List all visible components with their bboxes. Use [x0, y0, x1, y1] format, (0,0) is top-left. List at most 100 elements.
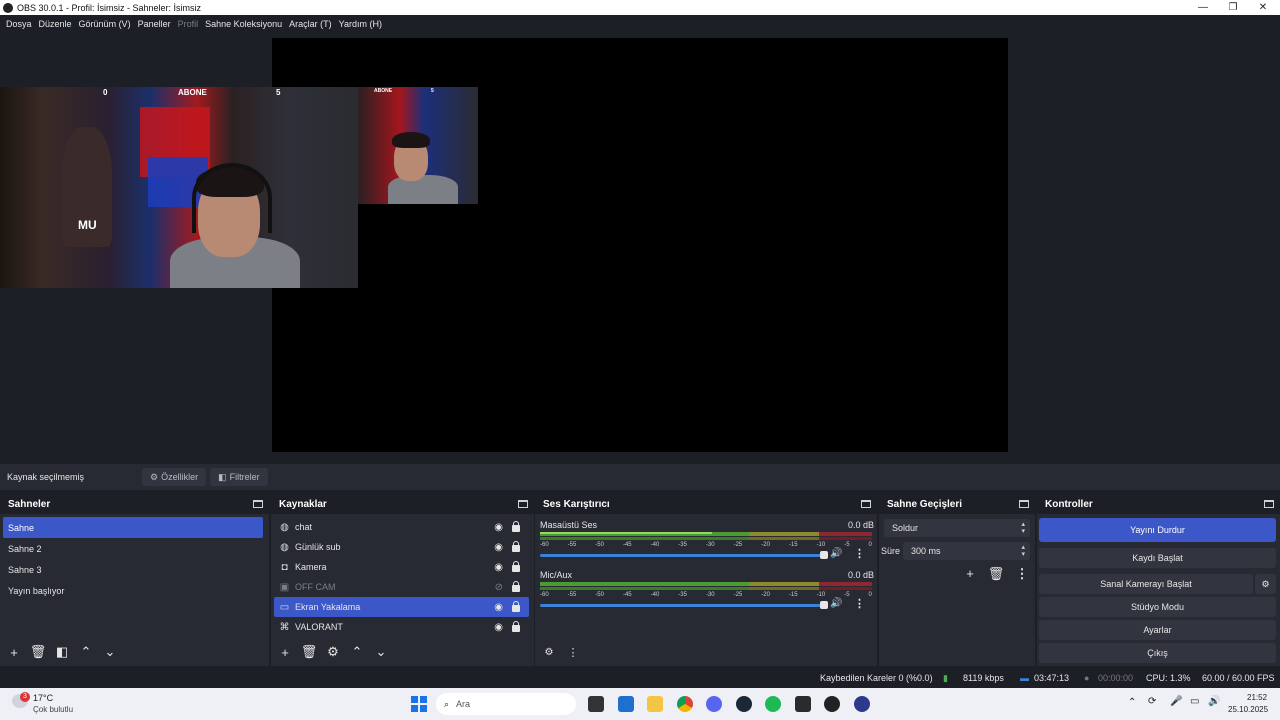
eye-icon[interactable]: ◉	[494, 562, 503, 573]
meter-ticks: -60 -55 -50 -45 -40 -35 -30 -25 -20 -15 -10 -5 0	[540, 592, 872, 598]
source-item[interactable]: ▭ Ekran Yakalama ◉	[274, 597, 529, 617]
menu-edit[interactable]: Düzenle	[39, 19, 72, 29]
move-down-icon[interactable]: ⌄	[371, 643, 391, 661]
more-options-icon[interactable]: ⋮	[854, 547, 865, 560]
menu-view[interactable]: Görünüm (V)	[79, 19, 131, 29]
camera-source-small[interactable]: ABONE 5	[358, 87, 478, 204]
lock-icon[interactable]	[512, 521, 520, 532]
undock-icon[interactable]	[253, 500, 263, 508]
microphone-icon[interactable]: 🎤	[1170, 696, 1182, 707]
scene-item[interactable]: Yayın başlıyor	[0, 580, 269, 601]
undock-icon[interactable]	[861, 500, 871, 508]
advanced-audio-icon[interactable]: ⚙	[539, 643, 559, 661]
gear-icon[interactable]: ⚙	[323, 643, 343, 661]
studio-mode-button[interactable]: Stüdyo Modu	[1039, 597, 1276, 617]
exit-button[interactable]: Çıkış	[1039, 643, 1276, 663]
undock-icon[interactable]	[518, 500, 528, 508]
more-options-icon[interactable]: ⋮	[1009, 566, 1035, 582]
filters-button[interactable]: ◧ Filtreler	[210, 468, 268, 486]
chevron-up-icon[interactable]: ⌃	[1128, 697, 1136, 708]
source-item[interactable]: ▣ OFF CAM ⊘	[274, 577, 529, 597]
menu-help[interactable]: Yardım (H)	[339, 19, 382, 29]
minimize-button[interactable]: —	[1188, 0, 1218, 15]
duration-spinbox[interactable]: 300 ms ▴ ▾	[903, 542, 1030, 560]
mixer-menu-icon[interactable]: ⋮	[563, 643, 583, 661]
discord-icon[interactable]	[706, 696, 722, 712]
menu-tools[interactable]: Araçlar (T)	[289, 19, 332, 29]
speaker-icon[interactable]: 🔊	[830, 548, 842, 559]
source-item[interactable]: ◍ chat ◉	[274, 517, 529, 537]
transition-select[interactable]: Soldur ▴ ▾	[884, 519, 1030, 537]
app-icon[interactable]	[854, 696, 870, 712]
stop-stream-button[interactable]: Yayını Durdur	[1039, 518, 1276, 542]
undock-icon[interactable]	[1264, 500, 1274, 508]
volume-slider[interactable]	[540, 604, 826, 607]
move-down-icon[interactable]: ⌄	[100, 643, 120, 661]
volume-slider-handle[interactable]	[820, 551, 828, 559]
volume-icon[interactable]: 🔊	[1208, 696, 1220, 707]
start-virtual-camera-button[interactable]: Sanal Kamerayı Başlat	[1039, 574, 1253, 594]
lock-icon[interactable]	[512, 541, 520, 552]
file-explorer-icon[interactable]	[647, 696, 663, 712]
taskbar-search[interactable]: ⌕ Ara	[436, 693, 576, 715]
menu-profile[interactable]: Profil	[178, 19, 199, 29]
steam-icon[interactable]	[736, 696, 752, 712]
camera-source-large[interactable]: 0 ABONE 5 MU	[0, 87, 358, 288]
eye-icon[interactable]: ◉	[494, 602, 503, 613]
maximize-button[interactable]: ❐	[1218, 0, 1248, 15]
chrome-icon[interactable]	[677, 696, 693, 712]
undock-icon[interactable]	[1019, 500, 1029, 508]
move-up-icon[interactable]: ⌃	[347, 643, 367, 661]
terminal-icon[interactable]	[795, 696, 811, 712]
add-source-icon[interactable]: +	[275, 643, 295, 661]
trash-icon[interactable]: 🗑	[983, 566, 1009, 582]
properties-button[interactable]: ⚙ Özellikler	[142, 468, 207, 486]
obs-taskbar-icon[interactable]	[824, 696, 840, 712]
scene-item[interactable]: Sahne 2	[0, 538, 269, 559]
trash-icon[interactable]: 🗑	[28, 643, 48, 661]
lock-icon[interactable]	[512, 621, 520, 632]
scene-item[interactable]: Sahne	[3, 517, 263, 538]
sources-dock-title: Kaynaklar	[279, 498, 327, 510]
scene-item[interactable]: Sahne 3	[0, 559, 269, 580]
close-button[interactable]: ✕	[1248, 0, 1278, 15]
search-label: Ara	[456, 699, 471, 709]
menu-bar: Dosya Düzenle Görünüm (V) Paneller Profi…	[0, 15, 1280, 32]
source-item[interactable]: ⌘ VALORANT ◉	[274, 617, 529, 637]
add-scene-icon[interactable]: +	[4, 643, 24, 661]
sync-icon[interactable]: ⟳	[1148, 696, 1156, 707]
eye-icon[interactable]: ◉	[494, 542, 503, 553]
trash-icon[interactable]: 🗑	[299, 643, 319, 661]
spotify-icon[interactable]	[765, 696, 781, 712]
clock-time[interactable]: 21:52	[1247, 693, 1267, 702]
lock-icon[interactable]	[512, 601, 520, 612]
scene-filters-icon[interactable]: ◧	[52, 643, 72, 661]
eye-hidden-icon[interactable]: ⊘	[495, 582, 503, 593]
start-recording-button[interactable]: Kaydı Başlat	[1039, 548, 1276, 568]
dropped-frames: Kaybedilen Kareler 0 (%0.0)	[820, 673, 933, 683]
task-view-icon[interactable]	[588, 696, 604, 712]
network-icon[interactable]: ▭	[1190, 696, 1199, 707]
move-up-icon[interactable]: ⌃	[76, 643, 96, 661]
lock-icon[interactable]	[512, 561, 520, 572]
menu-docks[interactable]: Paneller	[138, 19, 171, 29]
clock-date[interactable]: 25.10.2025	[1228, 705, 1268, 714]
menu-file[interactable]: Dosya	[6, 19, 32, 29]
settings-button[interactable]: Ayarlar	[1039, 620, 1276, 640]
virtual-camera-settings-gear-icon[interactable]: ⚙	[1255, 574, 1276, 594]
lock-icon[interactable]	[512, 581, 520, 592]
store-icon[interactable]	[618, 696, 634, 712]
channel-db: 0.0 dB	[847, 570, 874, 580]
start-icon[interactable]	[411, 696, 427, 712]
eye-icon[interactable]: ◉	[494, 622, 503, 633]
volume-slider[interactable]	[540, 554, 826, 557]
gear-icon: ⚙	[150, 471, 159, 482]
source-item[interactable]: ◍ Günlük sub ◉	[274, 537, 529, 557]
menu-scene-collection[interactable]: Sahne Koleksiyonu	[205, 19, 282, 29]
eye-icon[interactable]: ◉	[494, 522, 503, 533]
speaker-icon[interactable]: 🔊	[830, 598, 842, 609]
volume-slider-handle[interactable]	[820, 601, 828, 609]
more-options-icon[interactable]: ⋮	[854, 597, 865, 610]
source-item[interactable]: ◘ Kamera ◉	[274, 557, 529, 577]
add-transition-icon[interactable]: +	[957, 566, 983, 582]
